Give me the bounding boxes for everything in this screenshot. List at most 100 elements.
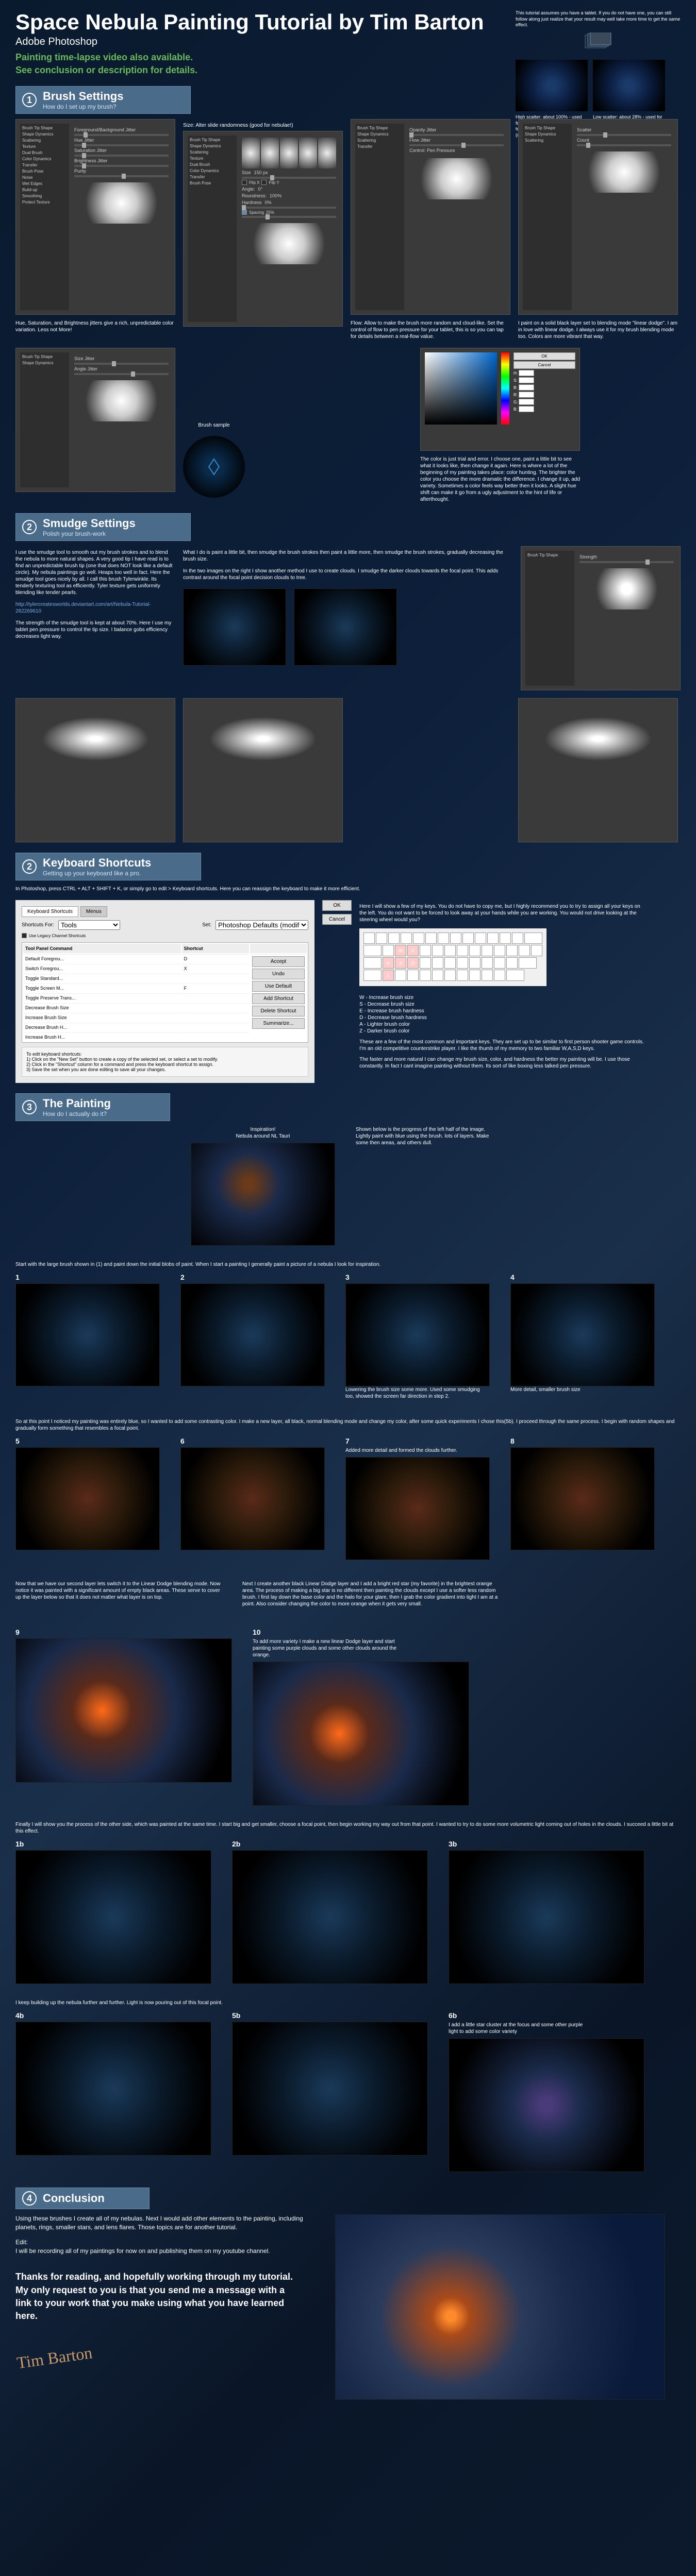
panel-caption: Hue, Saturation, and Brightness jitters … xyxy=(15,320,175,333)
brush-opt[interactable]: Brush Tip Shape xyxy=(190,138,235,142)
brush-opt[interactable]: Shape Dynamics xyxy=(22,132,67,137)
brush-opt[interactable]: Protect Texture xyxy=(22,200,67,205)
col-header: Tool Panel Command xyxy=(23,944,181,953)
shortcuts-for-select[interactable]: Tools xyxy=(58,920,120,930)
brush-opt[interactable]: Brush Pose xyxy=(190,181,235,185)
section-smudge-settings: 2 Smudge Settings Polish your brush-work xyxy=(15,513,191,541)
painting-step-10 xyxy=(253,1662,469,1806)
use-default-button[interactable]: Use Default xyxy=(252,981,305,992)
brush-opt[interactable]: Scattering xyxy=(190,150,235,155)
step-caption: Lowering the brush size some more. Used … xyxy=(345,1386,490,1400)
brush-opt[interactable]: Noise xyxy=(22,175,67,180)
brush-opt[interactable]: Texture xyxy=(22,144,67,149)
painting-step-6 xyxy=(180,1447,325,1550)
brush-opt[interactable]: Color Dynamics xyxy=(22,157,67,161)
step-label: 7 xyxy=(345,1437,490,1445)
painting-step-5b xyxy=(232,2022,428,2156)
painting-step-5 xyxy=(15,1447,160,1550)
brush-opt[interactable]: Dual Brush xyxy=(190,162,235,167)
r-input[interactable] xyxy=(519,392,534,398)
brush-opt[interactable]: Brush Tip Shape xyxy=(22,354,67,359)
brush-opt[interactable]: Brush Pose xyxy=(22,169,67,174)
brush-opt[interactable]: Transfer xyxy=(357,144,402,149)
header-preview-note: This tutorial assumes you have a tablet.… xyxy=(516,10,681,28)
color-inputs: OK Cancel H: S: B: R: G: B: xyxy=(513,352,575,446)
undo-button[interactable]: Undo xyxy=(252,969,305,979)
brush-opt[interactable]: Scattering xyxy=(525,138,570,143)
shortcuts-legend: W - Increase brush size S - Decrease bru… xyxy=(359,994,648,1035)
brush-opt[interactable]: Shape Dynamics xyxy=(357,132,402,137)
section-keyboard-shortcuts: 2 Keyboard Shortcuts Getting up your key… xyxy=(15,853,201,880)
label: Shortcuts For: xyxy=(22,922,54,928)
brush-opt[interactable]: Brush Tip Shape xyxy=(527,553,572,557)
ok-button[interactable]: OK xyxy=(322,900,352,911)
step-label: 3 xyxy=(345,1273,490,1281)
brush-opt[interactable]: Shape Dynamics xyxy=(22,361,67,365)
set-select[interactable]: Photoshop Defaults (modified) xyxy=(216,920,308,930)
step-label: 1 xyxy=(15,1273,160,1281)
delete-shortcut-button[interactable]: Delete Shortcut xyxy=(252,1006,305,1016)
step-label: 8 xyxy=(510,1437,655,1445)
brush-opt[interactable]: Wet Edges xyxy=(22,181,67,186)
break-text: Next I create another black Linear Dodge… xyxy=(242,1581,500,1607)
add-shortcut-button[interactable]: Add Shortcut xyxy=(252,993,305,1004)
step-caption: Added more detail and formed the clouds … xyxy=(345,1447,490,1454)
spacing-checkbox[interactable]: Spacing xyxy=(249,210,264,215)
hue-slider[interactable] xyxy=(501,352,509,425)
tab-keyboard-shortcuts[interactable]: Keyboard Shortcuts xyxy=(22,906,78,917)
painting-step-4 xyxy=(510,1283,655,1386)
flip-x-checkbox[interactable]: Flip X xyxy=(249,180,259,185)
brush-opt[interactable]: Texture xyxy=(190,156,235,161)
h-input[interactable] xyxy=(519,370,534,376)
brush-opt[interactable]: Shape Dynamics xyxy=(190,144,235,148)
break-text: I keep building up the nebula further an… xyxy=(15,1999,681,2006)
section-subtitle: How do I actually do it? xyxy=(43,1110,111,1117)
s-input[interactable] xyxy=(519,377,534,383)
brush-opt[interactable]: Scattering xyxy=(22,138,67,143)
section-title: The Painting xyxy=(43,1097,111,1110)
brush-option-list: Brush Tip Shape Shape Dynamics Scatterin… xyxy=(20,124,69,310)
brush-opt[interactable]: Smoothing xyxy=(22,194,67,198)
conclusion-text-2: Edit: I will be recording all of my pain… xyxy=(15,2238,314,2256)
brush-opt[interactable]: Brush Tip Shape xyxy=(357,126,402,130)
panel-caption: Flow: Allow to make the brush more rando… xyxy=(351,320,510,340)
inspiration-label: Inspiration! Nebula around NL Tauri xyxy=(191,1126,335,1140)
brush-preview xyxy=(74,182,169,224)
brush-opt[interactable]: Brush Tip Shape xyxy=(22,126,67,130)
tab-menus[interactable]: Menus xyxy=(80,906,107,917)
keyboard-shortcuts-dialog: Keyboard Shortcuts Menus Shortcuts For: … xyxy=(15,900,314,1083)
painting-step-9 xyxy=(15,1638,232,1783)
smudge-panel-2 xyxy=(15,698,175,842)
brush-opt[interactable]: Scattering xyxy=(357,138,402,143)
b2-input[interactable] xyxy=(519,406,534,412)
section-brush-settings: 1 Brush Settings How do I set up my brus… xyxy=(15,86,191,114)
flip-y-checkbox[interactable]: Flip Y xyxy=(269,180,279,185)
brush-opt[interactable]: Color Dynamics xyxy=(190,168,235,173)
label: Hardness xyxy=(242,200,262,205)
section-title: Keyboard Shortcuts xyxy=(43,856,151,869)
color-field[interactable] xyxy=(425,352,497,425)
smudge-method2: In the two images on the right I show an… xyxy=(183,568,513,581)
break-text: So at this point I noticed my painting w… xyxy=(15,1418,681,1432)
b-input[interactable] xyxy=(519,384,534,391)
accept-button[interactable]: Accept xyxy=(252,956,305,967)
g-input[interactable] xyxy=(519,399,534,405)
brush-opt[interactable]: Dual Brush xyxy=(22,150,67,155)
brush-opt[interactable]: Build-up xyxy=(22,188,67,192)
summarize-button[interactable]: Summarize... xyxy=(252,1018,305,1029)
step-label: 2 xyxy=(180,1273,325,1281)
smudge-link[interactable]: http://tylercreatesworlds.deviantart.com… xyxy=(15,601,175,615)
cancel-button[interactable]: Cancel xyxy=(322,914,352,925)
brush-opt[interactable]: Brush Tip Shape xyxy=(525,126,570,130)
brush-opt[interactable]: Shape Dynamics xyxy=(525,132,570,137)
section-number: 2 xyxy=(22,859,37,874)
section-number: 4 xyxy=(22,2191,37,2206)
cancel-button[interactable]: Cancel xyxy=(513,361,575,369)
brush-opt[interactable]: Transfer xyxy=(190,175,235,179)
section-title: Conclusion xyxy=(43,2192,105,2205)
painting-step-1 xyxy=(15,1283,160,1386)
brush-opt[interactable]: Transfer xyxy=(22,163,67,167)
legacy-checkbox[interactable]: Use Legacy Channel Shortcuts xyxy=(29,934,86,938)
color-picker-dialog[interactable]: OK Cancel H: S: B: R: G: B: xyxy=(420,348,580,451)
ok-button[interactable]: OK xyxy=(513,352,575,360)
